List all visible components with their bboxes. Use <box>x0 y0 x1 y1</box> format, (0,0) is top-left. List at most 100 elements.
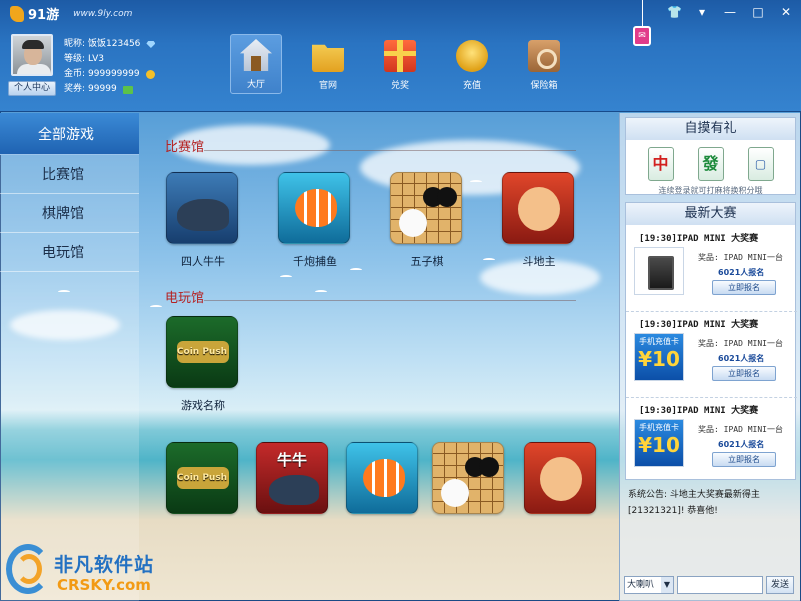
nav-recharge[interactable]: 充值 <box>446 34 498 94</box>
game-tile[interactable] <box>346 442 420 514</box>
nav-redeem[interactable]: 兑奖 <box>374 34 426 94</box>
minimize-button[interactable]: — <box>723 5 737 19</box>
tag-string <box>642 0 643 28</box>
bird-decoration <box>150 305 162 309</box>
match-signups: 6021人报名 <box>718 268 765 277</box>
level-label: 等级: <box>64 54 86 64</box>
recharge-card-icon: 手机充值卡 ¥10 <box>634 333 684 381</box>
sidebar-item-card-hall[interactable]: 棋牌馆 <box>0 194 139 233</box>
game-tile[interactable]: 斗地主 <box>502 172 576 269</box>
coins-icon <box>456 40 488 72</box>
section-divider <box>204 300 576 301</box>
fish-game-icon <box>278 172 350 244</box>
chat-bar: 大喇叭 ▼ 发送 <box>624 576 799 594</box>
game-label: 四人牛牛 <box>181 255 225 268</box>
game-tile[interactable]: 千炮捕鱼 <box>278 172 352 269</box>
match-title: [19:30]IPAD MINI 大奖赛 <box>639 320 759 330</box>
sidebar-item-all-games[interactable]: 全部游戏 <box>0 113 139 155</box>
safe-icon <box>528 40 560 72</box>
card-value: ¥10 <box>638 433 680 457</box>
game-tile[interactable]: 四人牛牛 <box>166 172 240 269</box>
card-value: ¥10 <box>638 347 680 371</box>
game-tile[interactable]: Coin Push 游戏名称 <box>166 316 240 413</box>
gift-icon <box>384 40 416 72</box>
avatar[interactable] <box>11 34 53 76</box>
match-prize: 奖品: IPAD MINI一台 <box>698 425 783 434</box>
send-button[interactable]: 发送 <box>766 576 794 594</box>
hanging-tag-icon[interactable]: ✉ <box>633 26 651 46</box>
game-tile[interactable] <box>432 442 506 514</box>
bull-text: 牛牛 <box>276 451 307 469</box>
folder-icon <box>312 44 344 72</box>
sidebar-item-match-hall[interactable]: 比赛馆 <box>0 155 139 194</box>
signup-button[interactable]: 立即报名 <box>712 280 776 295</box>
gomoku-game-icon <box>390 172 462 244</box>
mahjong-tile-zhong[interactable]: 中 <box>647 147 674 181</box>
section-divider <box>204 150 576 151</box>
mahjong-tile-fa[interactable]: 發 <box>697 147 724 181</box>
maximize-button[interactable]: □ <box>751 5 765 19</box>
game-tile[interactable]: 牛牛 <box>256 442 330 514</box>
gold-label: 金币: <box>64 69 86 79</box>
bird-decoration <box>483 258 495 262</box>
user-info: 昵称: 饭饭123456 等级: LV3 金币: 999999999 奖券: 99999 <box>64 37 156 97</box>
nav-website[interactable]: 官网 <box>302 34 354 94</box>
coin-push-game-icon: Coin Push <box>166 316 238 388</box>
game-label: 五子棋 <box>410 255 444 268</box>
menu-button[interactable]: ▾ <box>695 5 709 19</box>
bird-decoration <box>470 180 482 184</box>
game-tile[interactable]: 五子棋 <box>390 172 464 269</box>
bird-decoration <box>280 275 292 279</box>
sidebar: 全部游戏 比赛馆 棋牌馆 电玩馆 <box>0 113 139 283</box>
nickname-label: 昵称: <box>64 39 86 49</box>
mahjong-tiles: 中 發 ▢ <box>626 140 795 181</box>
nav-safe[interactable]: 保险箱 <box>518 34 570 94</box>
coin-push-text: Coin Push <box>176 473 228 483</box>
match-signups: 6021人报名 <box>718 354 765 363</box>
home-icon <box>240 39 272 71</box>
channel-value: 大喇叭 <box>627 580 655 590</box>
nav-label: 兑奖 <box>390 81 409 91</box>
channel-select[interactable]: 大喇叭 ▼ <box>624 576 674 594</box>
system-notice: 系统公告: 斗地主大奖赛最新得主[21321321]! 恭喜他! <box>628 490 760 516</box>
nav-label: 保险箱 <box>530 81 558 91</box>
landlord-game-icon <box>524 442 596 514</box>
logo-icon <box>10 5 24 22</box>
match-title: [19:30]IPAD MINI 大奖赛 <box>639 406 759 416</box>
match-prize: 奖品: IPAD MINI一台 <box>698 339 783 348</box>
card-label: 手机充值卡 <box>639 337 679 346</box>
nav-lobby[interactable]: 大厅 <box>230 34 282 94</box>
match-item: [19:30]IPAD MINI 大奖赛 手机充值卡 ¥10 奖品: IPAD … <box>626 313 797 398</box>
close-button[interactable]: ✕ <box>779 5 793 19</box>
bonus-title: 自摸有礼 <box>626 118 795 140</box>
ticket-icon <box>122 85 133 94</box>
ticket-value: 99999 <box>88 84 117 94</box>
nickname-value: 饭饭123456 <box>88 39 141 49</box>
skin-icon[interactable]: 👕 <box>667 5 682 19</box>
game-label: 千炮捕鱼 <box>293 255 337 268</box>
bonus-box: 自摸有礼 中 發 ▢ 连续登录就可打麻将换积分哦 <box>625 117 796 195</box>
game-tile[interactable]: Coin Push <box>166 442 240 514</box>
section-title-arcade: 电玩馆 <box>165 291 205 306</box>
watermark-logo-inner <box>16 554 42 584</box>
game-label: 斗地主 <box>522 255 556 268</box>
match-item: [19:30]IPAD MINI 大奖赛 手机充值卡 ¥10 奖品: IPAD … <box>626 399 797 484</box>
site-watermark: 非凡软件站 CRSKY.com <box>0 540 160 601</box>
main-nav: 大厅 官网 兑奖 充值 保险箱 <box>230 34 570 94</box>
profile-center-button[interactable]: 个人中心 <box>8 81 56 96</box>
signup-button[interactable]: 立即报名 <box>712 452 776 467</box>
gomoku-game-icon <box>432 442 504 514</box>
signup-button[interactable]: 立即报名 <box>712 366 776 381</box>
match-item: [19:30]IPAD MINI 大奖赛 奖品: IPAD MINI一台 602… <box>626 227 797 312</box>
nav-label: 大厅 <box>246 80 265 90</box>
mahjong-tile-bai[interactable]: ▢ <box>747 147 774 181</box>
fish-game-icon <box>346 442 418 514</box>
app-logo: 91游 www.9ly.com <box>10 4 132 23</box>
chat-input[interactable] <box>677 576 763 594</box>
game-tile[interactable] <box>524 442 598 514</box>
avatar-body <box>17 64 51 74</box>
bull-game-icon: 牛牛 <box>256 442 328 514</box>
ticket-label: 奖券: <box>64 84 86 94</box>
sidebar-item-arcade-hall[interactable]: 电玩馆 <box>0 233 139 272</box>
coin-push-game-icon: Coin Push <box>166 442 238 514</box>
